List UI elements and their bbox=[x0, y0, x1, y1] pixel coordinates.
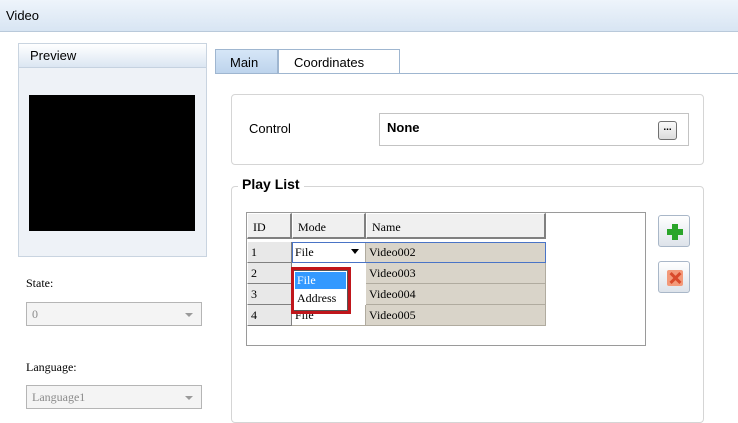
tab-main[interactable]: Main bbox=[215, 49, 278, 74]
column-header-id[interactable]: ID bbox=[247, 213, 292, 239]
browse-button[interactable]: ... bbox=[658, 121, 677, 140]
row-id-cell[interactable]: 4 bbox=[247, 305, 292, 326]
name-cell[interactable]: Video004 bbox=[366, 284, 546, 305]
control-value: None bbox=[387, 120, 420, 135]
add-row-button[interactable] bbox=[658, 215, 690, 247]
state-select: 0 bbox=[26, 302, 202, 326]
playlist-title: Play List bbox=[238, 176, 304, 192]
preview-header: Preview bbox=[19, 44, 206, 68]
tab-main-label: Main bbox=[230, 55, 259, 70]
row-id-cell[interactable]: 2 bbox=[247, 263, 292, 284]
column-header-label: Mode bbox=[298, 220, 326, 234]
language-label: Language: bbox=[26, 360, 77, 374]
preview-panel: Preview bbox=[18, 43, 207, 257]
row-id-cell[interactable]: 1 bbox=[247, 242, 292, 263]
state-value: 0 bbox=[32, 307, 38, 321]
preview-label: Preview bbox=[30, 48, 77, 63]
name-value: Video004 bbox=[369, 287, 416, 301]
tab-coordinates-label: Coordinates bbox=[294, 55, 365, 70]
row-id-cell[interactable]: 3 bbox=[247, 284, 292, 305]
highlight-outline bbox=[291, 267, 351, 314]
tab-divider bbox=[215, 73, 738, 74]
language-select: Language1 bbox=[26, 385, 202, 409]
row-id: 3 bbox=[251, 287, 257, 301]
row-id: 2 bbox=[251, 266, 257, 280]
column-header-name[interactable]: Name bbox=[366, 213, 546, 239]
delete-row-button[interactable] bbox=[658, 261, 690, 293]
chevron-down-icon bbox=[185, 396, 193, 400]
window-title: Video bbox=[6, 8, 40, 23]
control-label: Control bbox=[249, 121, 291, 136]
control-field[interactable]: None bbox=[379, 113, 689, 146]
selected-row-outline bbox=[292, 242, 546, 263]
column-header-label: Name bbox=[372, 220, 401, 234]
column-header-label: ID bbox=[253, 220, 266, 234]
row-id: 4 bbox=[251, 308, 257, 322]
name-value: Video003 bbox=[369, 266, 416, 280]
name-cell[interactable]: Video005 bbox=[366, 305, 546, 326]
tab-coordinates[interactable]: Coordinates bbox=[278, 49, 400, 74]
window-title-bar: Video bbox=[0, 0, 738, 32]
chevron-down-icon bbox=[185, 313, 193, 317]
name-cell[interactable]: Video003 bbox=[366, 263, 546, 284]
language-value: Language1 bbox=[32, 390, 86, 404]
delete-x-icon bbox=[667, 270, 683, 286]
column-header-mode[interactable]: Mode bbox=[292, 213, 366, 239]
row-id: 1 bbox=[251, 245, 257, 259]
name-value: Video005 bbox=[369, 308, 416, 322]
state-label: State: bbox=[26, 276, 54, 290]
preview-screen bbox=[29, 95, 195, 231]
